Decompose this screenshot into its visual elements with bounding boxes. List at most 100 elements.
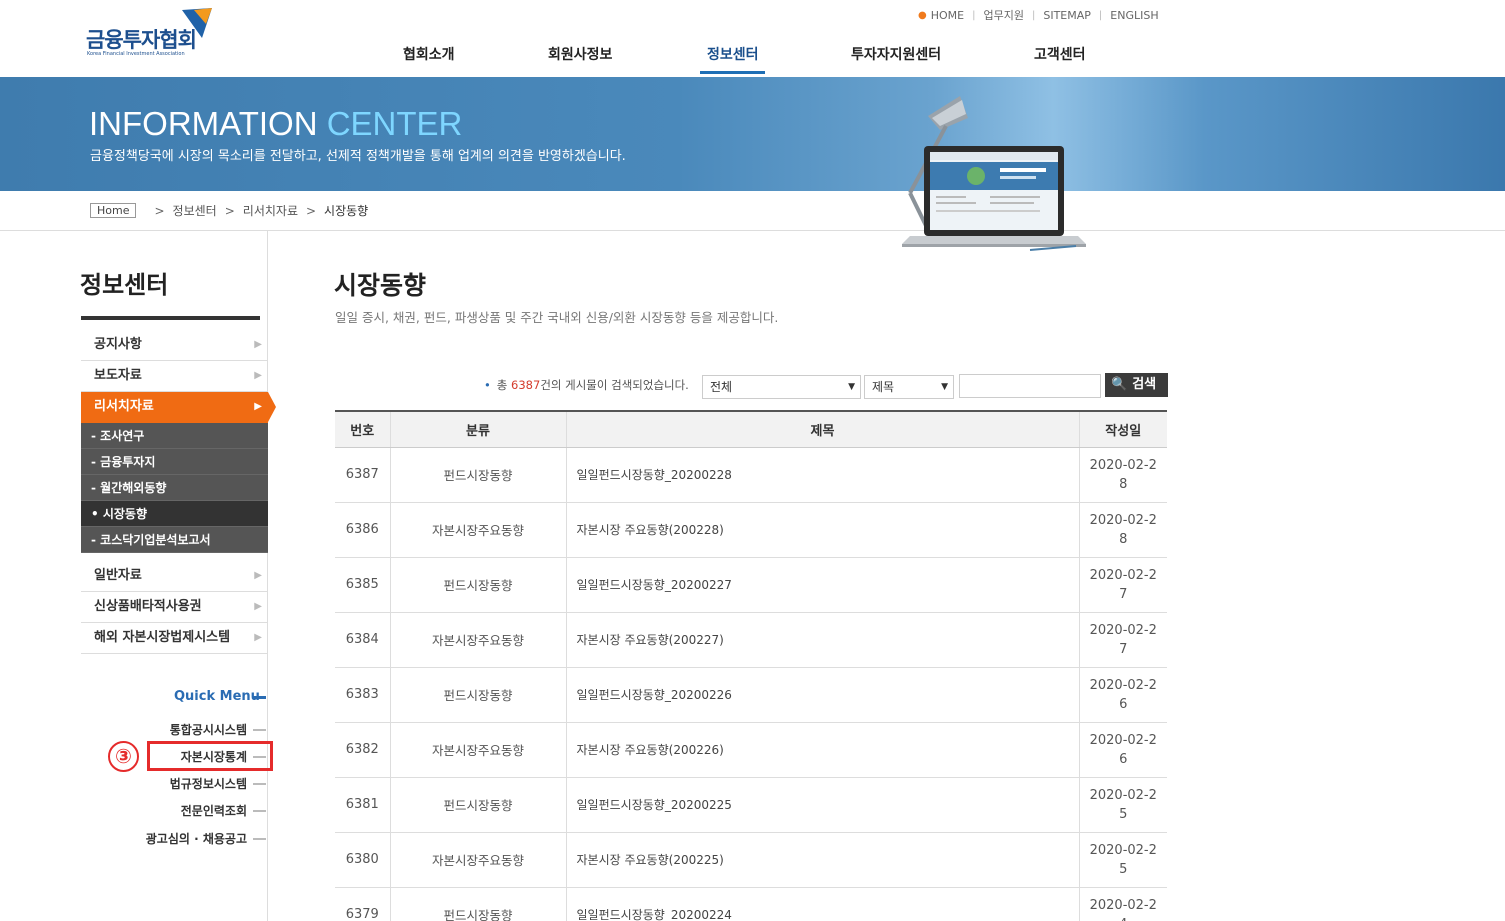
cell-date: 2020-02-26 [1079,722,1167,778]
search-field-select[interactable]: 제목 ▼ [864,375,954,399]
cell-number: 6379 [335,887,391,921]
dropdown-caret-icon: ▼ [848,382,855,392]
home-icon: ● [918,9,927,21]
cell-title-link[interactable]: 일일펀드시장동향_20200224 [566,887,1080,921]
dropdown-caret-icon: ▼ [941,382,948,392]
cell-number: 6387 [335,447,391,503]
util-english-link[interactable]: ENGLISH [1110,9,1158,22]
cell-category: 펀드시장동향 [390,557,567,613]
page-description: 일일 증시, 채권, 펀드, 파생상품 및 주간 국내외 신용/외환 시장동향 … [335,310,779,325]
util-sitemap-link[interactable]: SITEMAP [1043,9,1091,22]
search-bar: • 총 6387건의 게시물이 검색되었습니다. 전체 ▼ 제목 ▼ 🔍 검색 [484,373,1168,399]
submenu-item[interactable]: - 월간해외동향 [81,475,268,501]
submenu-item[interactable]: - 금융투자지 [81,449,268,475]
nav-active-indicator [700,71,765,74]
nav-investor-support[interactable]: 투자자지원센터 [851,44,941,64]
cell-number: 6384 [335,612,391,668]
quick-menu-title: Quick Menu [174,689,260,704]
sidebar-item-overseas-law[interactable]: 해외 자본시장법제시스템 ▶ [81,623,268,654]
sidebar-item-press[interactable]: 보도자료 ▶ [81,361,268,392]
breadcrumb-item[interactable]: 정보센터 [173,202,217,219]
sidebar-menu: 공지사항 ▶ 보도자료 ▶ 리서치자료 ▶ - 조사연구 - 금융투자지 - 월간해외… [81,330,276,654]
cell-title-link[interactable]: 일일펀드시장동향_20200228 [566,447,1080,503]
cell-title-link[interactable]: 자본시장 주요동향(200225) [566,832,1080,888]
cell-category: 자본시장주요동향 [390,612,567,668]
quick-link-regulations[interactable]: 법규정보시스템 [47,775,247,792]
cell-category: 펀드시장동향 [390,887,567,921]
submenu-item[interactable]: - 조사연구 [81,423,268,449]
table-row: 6387 펀드시장동향 일일펀드시장동향_20200228 2020-02-28 [335,447,1167,503]
cell-category: 자본시장주요동향 [390,722,567,778]
hero-banner: INFORMATION CENTER 금융정책당국에 시장의 목소리를 전달하고… [0,77,1505,191]
cell-category: 펀드시장동향 [390,667,567,723]
quick-link-disclosure[interactable]: 통합공시시스템 [47,721,247,738]
laptop-lamp-illustration [902,96,1086,251]
util-home-link[interactable]: HOME [931,9,964,22]
quick-link-ads-recruit[interactable]: 광고심의 · 채용공고 [47,830,247,847]
banner-title: INFORMATION CENTER [89,105,463,142]
logo-mark-icon [182,8,212,38]
breadcrumb-home[interactable]: Home [90,203,137,218]
cell-title-link[interactable]: 일일펀드시장동향_20200225 [566,777,1080,833]
nav-info-center[interactable]: 정보센터 [707,44,759,64]
nav-customer-center[interactable]: 고객센터 [1034,44,1086,64]
chevron-right-icon: ▶ [254,339,262,350]
nav-members[interactable]: 회원사정보 [548,44,612,64]
banner-subtitle: 금융정책당국에 시장의 목소리를 전달하고, 선제적 정책개발을 통해 업계의 … [90,149,626,164]
breadcrumb-item[interactable]: 리서치자료 [243,202,298,219]
sidebar-item-general[interactable]: 일반자료 ▶ [81,561,268,592]
util-support-link[interactable]: 업무지원 [983,7,1023,23]
sidebar-item-notice[interactable]: 공지사항 ▶ [81,330,268,361]
annotation-highlight-box [147,741,273,771]
table-row: 6383 펀드시장동향 일일펀드시장동향_20200226 2020-02-26 [335,667,1167,723]
cell-title-link[interactable]: 일일펀드시장동향_20200226 [566,667,1080,723]
table-header-row: 번호 분류 제목 작성일 [335,411,1167,448]
cell-number: 6381 [335,777,391,833]
submenu-item[interactable]: - 코스닥기업분석보고서 [81,527,268,553]
table-row: 6385 펀드시장동향 일일펀드시장동향_20200227 2020-02-27 [335,557,1167,613]
cell-category: 펀드시장동향 [390,447,567,503]
sidebar-submenu: - 조사연구 - 금융투자지 - 월간해외동향 • 시장동향 - 코스닥기업분석… [81,423,268,553]
cell-number: 6385 [335,557,391,613]
cell-category: 자본시장주요동향 [390,832,567,888]
breadcrumb: Home > 정보센터 > 리서치자료 > 시장동향 [90,202,368,219]
column-header-number: 번호 [335,411,391,448]
sidebar-item-exclusive-rights[interactable]: 신상품배타적사용권 ▶ [81,592,268,623]
result-count: • 총 6387건의 게시물이 검색되었습니다. [484,378,689,392]
table-row: 6379 펀드시장동향 일일펀드시장동향_20200224 2020-02-24 [335,887,1167,921]
search-button[interactable]: 🔍 검색 [1105,373,1168,397]
nav-about[interactable]: 협회소개 [403,44,455,64]
column-header-date: 작성일 [1079,411,1167,448]
post-list-table: 번호 분류 제목 작성일 6387 펀드시장동향 일일펀드시장동향_202002… [335,410,1167,921]
cell-title-link[interactable]: 자본시장 주요동향(200227) [566,612,1080,668]
cell-date: 2020-02-25 [1079,777,1167,833]
cell-number: 6382 [335,722,391,778]
cell-title-link[interactable]: 자본시장 주요동향(200226) [566,722,1080,778]
table-row: 6382 자본시장주요동향 자본시장 주요동향(200226) 2020-02-… [335,722,1167,778]
cell-title-link[interactable]: 일일펀드시장동향_20200227 [566,557,1080,613]
cell-date: 2020-02-26 [1079,667,1167,723]
cell-date: 2020-02-27 [1079,557,1167,613]
chevron-right-icon: ▶ [254,632,262,643]
cell-date: 2020-02-28 [1079,447,1167,503]
submenu-item-market-trends[interactable]: • 시장동향 [81,501,268,527]
page-title: 시장동향 [334,271,427,300]
table-row: 6380 자본시장주요동향 자본시장 주요동향(200225) 2020-02-… [335,832,1167,888]
quick-link-professional-search[interactable]: 전문인력조회 [47,802,247,819]
cell-category: 펀드시장동향 [390,777,567,833]
chevron-right-icon: ▶ [254,570,262,581]
column-header-title: 제목 [566,411,1080,448]
search-input[interactable] [959,374,1101,398]
cell-date: 2020-02-28 [1079,502,1167,558]
annotation-step-marker: ③ [108,741,139,772]
cell-number: 6380 [335,832,391,888]
cell-title-link[interactable]: 자본시장 주요동향(200228) [566,502,1080,558]
column-header-category: 분류 [390,411,567,448]
chevron-right-icon: ▶ [254,401,262,412]
breadcrumb-bar: Home > 정보센터 > 리서치자료 > 시장동향 [0,191,1505,231]
breadcrumb-current: 시장동향 [324,204,369,218]
cell-date: 2020-02-25 [1079,832,1167,888]
cell-date: 2020-02-27 [1079,612,1167,668]
sidebar-item-research[interactable]: 리서치자료 ▶ [81,392,276,423]
category-select[interactable]: 전체 ▼ [702,375,861,399]
